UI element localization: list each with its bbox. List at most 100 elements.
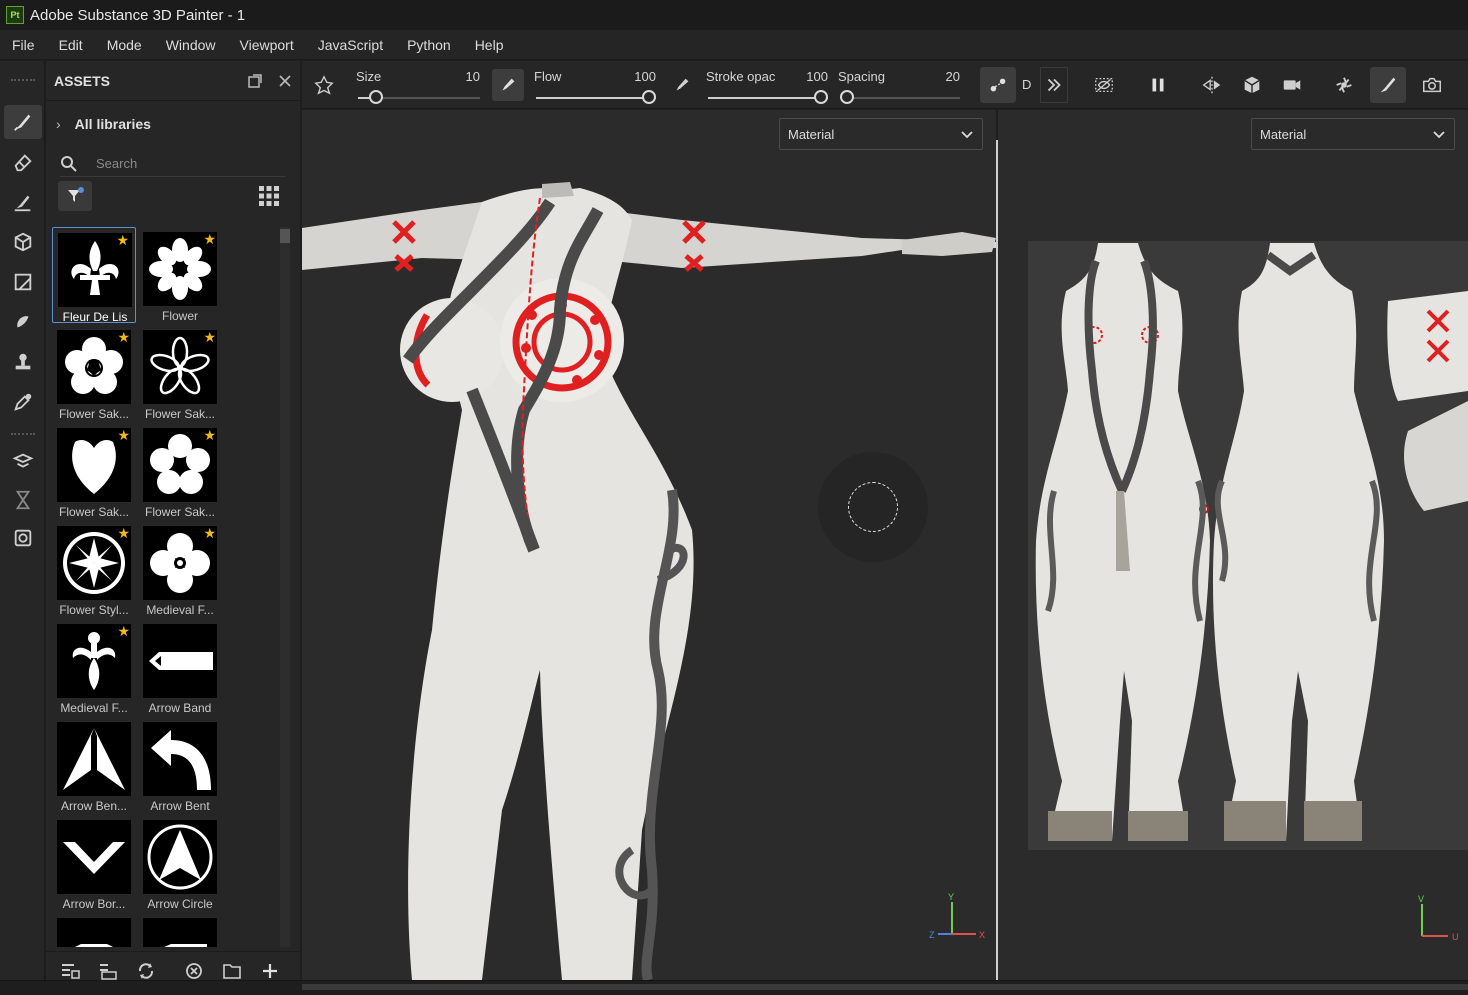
- toolstrip-grip[interactable]: [11, 79, 35, 81]
- toolstrip-grip-2[interactable]: [11, 433, 35, 435]
- flow-knob[interactable]: [642, 89, 656, 104]
- favorite-star-icon: ★: [117, 427, 130, 443]
- asset-tile[interactable]: ★ Flower Styl...: [52, 521, 136, 617]
- asset-tile[interactable]: ★ Flower: [138, 227, 222, 323]
- spacing-knob[interactable]: [840, 89, 854, 104]
- display-mode-button[interactable]: [1234, 67, 1270, 103]
- asset-label: Flower Sak...: [58, 505, 130, 519]
- size-pressure-button[interactable]: [492, 68, 524, 101]
- folder-icon: [223, 963, 241, 979]
- clone-tool[interactable]: [4, 345, 42, 379]
- stroke-opacity-label: Stroke opac: [706, 68, 776, 84]
- cube-icon: [1244, 76, 1260, 93]
- export-tool[interactable]: [4, 521, 42, 555]
- menu-mode[interactable]: Mode: [95, 37, 154, 53]
- pause-button[interactable]: [1140, 67, 1176, 103]
- bake-tool[interactable]: [4, 445, 42, 479]
- flow-track[interactable]: [536, 96, 656, 99]
- asset-tile[interactable]: Arrow Bent: [138, 717, 222, 813]
- spacing-track[interactable]: [840, 96, 960, 99]
- eraser-tool[interactable]: [4, 145, 42, 179]
- viewport3d-mode-value: Material: [788, 126, 835, 142]
- menu-python[interactable]: Python: [395, 37, 463, 53]
- asset-tile[interactable]: ★ Fleur De Lis: [52, 227, 136, 324]
- screenshot-button[interactable]: [1414, 67, 1450, 103]
- history-tool[interactable]: [4, 483, 42, 517]
- menu-window[interactable]: Window: [154, 37, 228, 53]
- asset-tile[interactable]: ★ Flower Sak...: [138, 325, 222, 421]
- libraries-selector[interactable]: › All libraries: [56, 116, 151, 132]
- paint-brush-tool[interactable]: [4, 105, 42, 139]
- asset-tile[interactable]: Arrow Bor...: [52, 815, 136, 911]
- arrow-bent-icon: [143, 722, 217, 796]
- brush-preset-button[interactable]: [306, 67, 342, 103]
- asset-label: Medieval F...: [146, 603, 214, 617]
- viewport-3d[interactable]: Material Y X Z: [302, 110, 996, 980]
- flow-value[interactable]: 100: [634, 69, 656, 84]
- menu-help[interactable]: Help: [463, 37, 516, 53]
- undock-icon: [248, 73, 262, 88]
- axis-y-label: Y: [948, 892, 954, 902]
- asset-tile[interactable]: Arrow Ben...: [52, 717, 136, 813]
- spacing-slider[interactable]: Spacing 20: [838, 65, 964, 105]
- more-options-button[interactable]: [1040, 66, 1068, 103]
- menu-edit[interactable]: Edit: [47, 37, 95, 53]
- asset-tile[interactable]: [138, 913, 222, 947]
- camera-button[interactable]: [1274, 67, 1310, 103]
- viewport-2d[interactable]: Material V U: [998, 110, 1468, 980]
- favorite-star-icon: ★: [116, 232, 129, 248]
- smudge-icon: [17, 316, 29, 328]
- asset-tile[interactable]: Arrow Band: [138, 619, 222, 715]
- d-label: D: [1022, 77, 1032, 92]
- size-knob[interactable]: [368, 89, 383, 104]
- asset-tile[interactable]: ★ Flower Sak...: [52, 325, 136, 421]
- polygon-fill-tool[interactable]: [4, 265, 42, 299]
- paint-mode-button[interactable]: [1370, 66, 1406, 103]
- iray-button[interactable]: [1326, 67, 1362, 103]
- viewport-hscroll[interactable]: [302, 984, 1468, 990]
- close-panel-button[interactable]: [270, 66, 300, 96]
- color-picker-tool[interactable]: [4, 385, 42, 419]
- menu-bar: File Edit Mode Window Viewport JavaScrip…: [0, 30, 1468, 60]
- scroll-thumb[interactable]: [280, 229, 290, 243]
- size-slider[interactable]: Size 10: [356, 65, 484, 105]
- grid-view-button[interactable]: [258, 185, 280, 207]
- stroke-opacity-value[interactable]: 100: [806, 69, 828, 84]
- stroke-opacity-track[interactable]: [708, 96, 828, 99]
- stroke-opacity-knob[interactable]: [814, 89, 828, 104]
- geometry-fill-tool[interactable]: [4, 225, 42, 259]
- asset-tile[interactable]: ★ Flower Sak...: [52, 423, 136, 519]
- asset-label: Medieval F...: [60, 701, 128, 715]
- spacing-value[interactable]: 20: [946, 69, 960, 84]
- search-input[interactable]: Search: [96, 156, 137, 171]
- flow-slider[interactable]: Flow 100: [534, 65, 660, 105]
- projection-tool[interactable]: [4, 185, 42, 219]
- asset-tile[interactable]: ★ Medieval F...: [52, 619, 136, 715]
- asset-tile[interactable]: ★ Medieval F...: [138, 521, 222, 617]
- symmetry-button[interactable]: [1194, 67, 1230, 103]
- asset-tile[interactable]: [52, 913, 136, 947]
- menu-javascript[interactable]: JavaScript: [306, 37, 395, 53]
- refresh-icon: [14, 529, 32, 547]
- hourglass-icon: [15, 490, 31, 510]
- search-field[interactable]: Search: [60, 151, 286, 177]
- library-icon: [100, 963, 117, 980]
- smudge-tool[interactable]: [4, 305, 42, 339]
- lazy-mouse-button[interactable]: [980, 66, 1016, 103]
- asset-tile[interactable]: Arrow Circle: [138, 815, 222, 911]
- favorite-star-icon: ★: [203, 231, 216, 247]
- stroke-opacity-slider[interactable]: Stroke opac 100: [706, 65, 832, 105]
- asset-grid: ★ Fleur De Lis ★ Flower ★ Flower Sak... …: [52, 227, 280, 947]
- viewport2d-mode-select[interactable]: Material: [1251, 118, 1455, 150]
- assets-scrollbar[interactable]: [280, 227, 290, 947]
- undock-button[interactable]: [240, 66, 270, 96]
- eraser-icon: [14, 154, 32, 172]
- viewport3d-mode-select[interactable]: Material: [779, 118, 983, 150]
- flow-pressure-button[interactable]: [666, 67, 698, 103]
- menu-viewport[interactable]: Viewport: [228, 37, 306, 53]
- menu-file[interactable]: File: [0, 37, 47, 53]
- filter-button[interactable]: [58, 181, 92, 211]
- hide-button[interactable]: [1086, 67, 1122, 103]
- asset-tile[interactable]: ★ Flower Sak...: [138, 423, 222, 519]
- size-value[interactable]: 10: [466, 69, 480, 84]
